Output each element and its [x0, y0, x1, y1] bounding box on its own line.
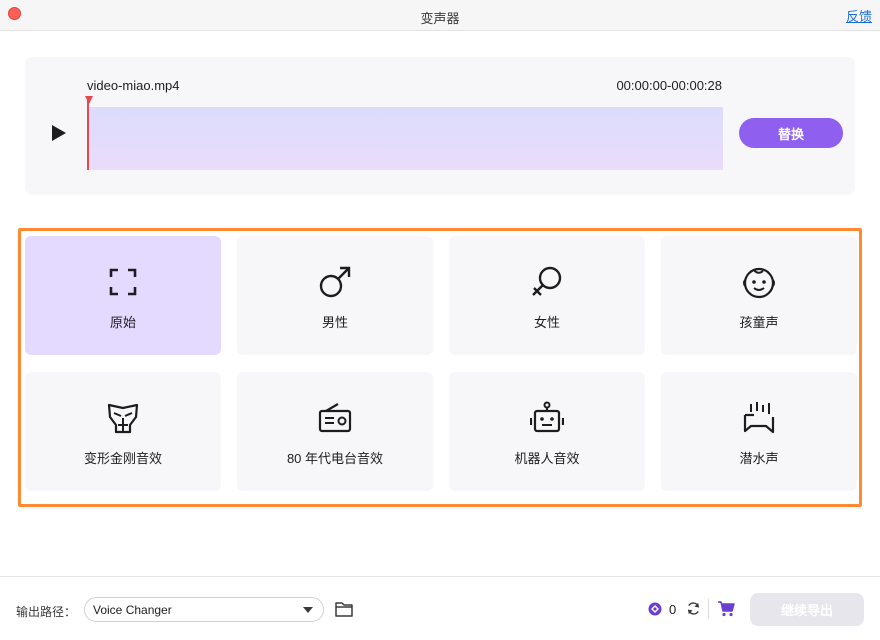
- effect-tile-female[interactable]: 女性: [449, 236, 645, 355]
- file-name: video-miao.mp4: [87, 78, 180, 93]
- original-frame-icon: [109, 268, 137, 296]
- underwater-icon: [743, 402, 775, 434]
- output-path-value: Voice Changer: [93, 603, 172, 617]
- effect-label: 变形金刚音效: [83, 451, 162, 466]
- window-title: 变声器: [420, 11, 460, 26]
- effect-tile-original[interactable]: 原始: [25, 236, 221, 355]
- chevron-down-icon: [303, 607, 313, 613]
- effect-label: 潜水声: [739, 451, 779, 466]
- footer-divider: [708, 599, 709, 619]
- child-face-icon: [743, 267, 775, 299]
- effect-label: 男性: [321, 315, 348, 330]
- effect-tile-robot[interactable]: 机器人音效: [449, 372, 645, 491]
- effect-label: 原始: [109, 315, 136, 330]
- timecode: 00:00:00-00:00:28: [616, 78, 722, 93]
- title-bar: 变声器 反馈: [0, 0, 880, 31]
- footer-bar: 输出路径： Voice Changer 0 继续导出: [0, 576, 880, 640]
- folder-icon[interactable]: [335, 601, 353, 617]
- media-player: video-miao.mp4 00:00:00-00:00:28 替换: [25, 57, 855, 195]
- credit-icon: [648, 602, 662, 616]
- effect-tile-child[interactable]: 孩童声: [661, 236, 857, 355]
- output-path-label: 输出路径：: [16, 605, 77, 619]
- refresh-icon[interactable]: [686, 601, 701, 616]
- effect-label: 女性: [533, 315, 560, 330]
- credit-count: 0: [669, 602, 677, 617]
- replace-button[interactable]: 替换: [739, 118, 843, 148]
- effect-label: 机器人音效: [514, 451, 580, 466]
- playhead-handle[interactable]: [85, 96, 93, 104]
- robot-icon: [530, 401, 564, 433]
- effect-label: 80 年代电台音效: [286, 451, 384, 466]
- male-symbol-icon: [319, 266, 351, 298]
- output-path-select[interactable]: Voice Changer: [84, 597, 324, 622]
- radio-icon: [318, 403, 352, 433]
- transformer-mask-icon: [107, 403, 139, 434]
- play-icon[interactable]: [52, 125, 66, 141]
- playhead[interactable]: [87, 97, 89, 170]
- cart-icon[interactable]: [717, 600, 735, 617]
- effect-label: 孩童声: [739, 315, 779, 330]
- effect-tile-80s-radio[interactable]: 80 年代电台音效: [237, 372, 433, 491]
- effect-tile-underwater[interactable]: 潜水声: [661, 372, 857, 491]
- effect-tile-transformer[interactable]: 变形金刚音效: [25, 372, 221, 491]
- audio-timeline[interactable]: [87, 107, 723, 170]
- feedback-link[interactable]: 反馈: [846, 6, 872, 25]
- effect-tile-male[interactable]: 男性: [237, 236, 433, 355]
- continue-export-button[interactable]: 继续导出: [750, 593, 864, 626]
- female-symbol-icon: [532, 266, 562, 296]
